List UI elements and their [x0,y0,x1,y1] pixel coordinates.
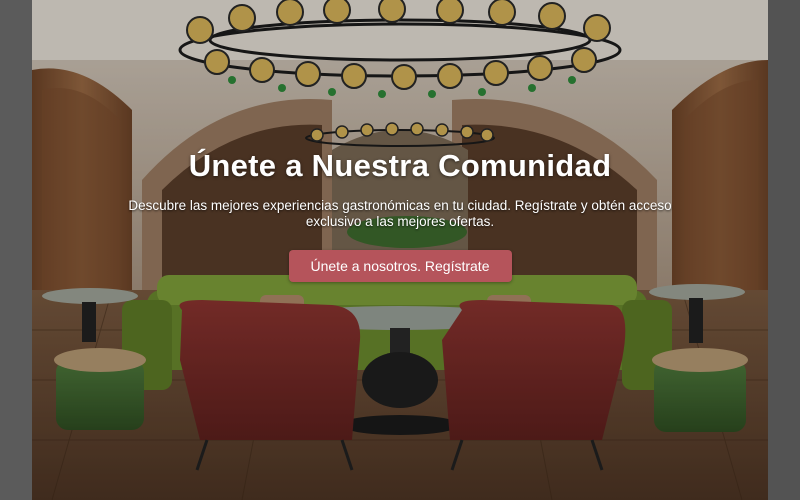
hero-subtitle: Descubre las mejores experiencias gastro… [128,198,672,229]
join-signup-button[interactable]: Únete a nosotros. Regístrate [288,250,512,282]
left-margin [0,0,32,500]
hero-title: Únete a Nuestra Comunidad [188,148,612,183]
hero-banner: Únete a Nuestra Comunidad Descubre las m… [32,0,768,500]
hero-content: Únete a Nuestra Comunidad Descubre las m… [32,148,768,282]
right-margin [768,0,800,500]
